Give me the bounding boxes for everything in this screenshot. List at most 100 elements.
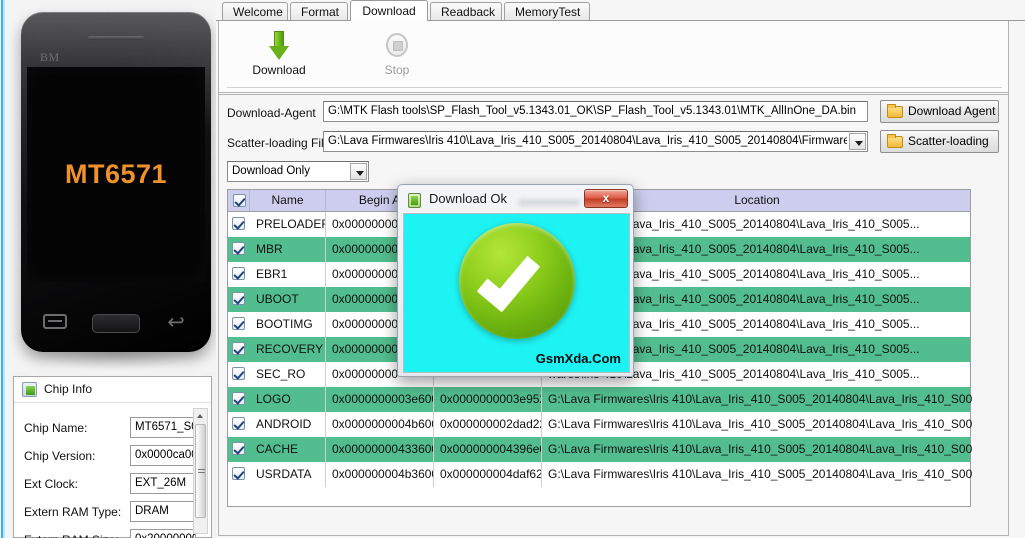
phone-chip-label: MT6571 bbox=[64, 159, 168, 189]
chip-name-value[interactable]: MT6571_S00 bbox=[130, 417, 196, 438]
download-arrow-icon bbox=[269, 31, 289, 61]
download-agent-browse-button[interactable]: Download Agent bbox=[880, 100, 999, 123]
stop-icon bbox=[386, 33, 408, 57]
phone-speaker-icon bbox=[88, 36, 144, 40]
dialog-watermark: GsmXda.Com bbox=[535, 351, 621, 366]
cell-name: USRDATA bbox=[250, 462, 326, 487]
download-button-label: Download bbox=[252, 63, 306, 77]
cell-name: SEC_RO bbox=[250, 362, 326, 387]
download-agent-label: Download-Agent bbox=[227, 106, 316, 120]
chip-name-label: Chip Name: bbox=[24, 421, 88, 435]
row-checkbox[interactable] bbox=[232, 442, 245, 455]
cell-name: ANDROID bbox=[250, 412, 326, 437]
row-checkbox-cell[interactable] bbox=[228, 337, 250, 362]
ext-clock-label: Ext Clock: bbox=[24, 477, 79, 491]
chevron-down-icon[interactable] bbox=[849, 133, 866, 150]
row-checkbox[interactable] bbox=[232, 317, 245, 330]
header-name[interactable]: Name bbox=[250, 190, 326, 211]
extern-ram-size-label: Extern RAM Size: bbox=[24, 533, 130, 538]
row-checkbox[interactable] bbox=[232, 267, 245, 280]
tab-format[interactable]: Format bbox=[290, 2, 348, 21]
phone-softkeys: ↩ bbox=[21, 310, 211, 338]
row-checkbox-cell[interactable] bbox=[228, 237, 250, 262]
row-checkbox-cell[interactable] bbox=[228, 287, 250, 312]
row-checkbox[interactable] bbox=[232, 417, 245, 430]
cell-end: 0x0000000003e95263 bbox=[434, 387, 542, 412]
select-all-checkbox[interactable] bbox=[233, 194, 246, 207]
download-mode-value: Download Only bbox=[232, 165, 310, 177]
cell-location: G:\Lava Firmwares\Iris 410\Lava_Iris_410… bbox=[548, 442, 972, 456]
chip-info-header: Chip Info bbox=[14, 377, 211, 403]
scatter-loading-input[interactable]: G:\Lava Firmwares\Iris 410\Lava_Iris_410… bbox=[323, 131, 868, 152]
cell-name: PRELOADER bbox=[250, 212, 326, 237]
table-row[interactable]: ANDROID0x0000000004b600000x000000002dad2… bbox=[228, 412, 972, 437]
chip-version-value[interactable]: 0x0000ca00 bbox=[130, 445, 196, 466]
tab-memorytest[interactable]: MemoryTest bbox=[504, 2, 590, 21]
table-row[interactable]: USRDATA0x000000004b3600000x000000004daf6… bbox=[228, 462, 972, 487]
cell-name: UBOOT bbox=[250, 287, 326, 312]
row-checkbox[interactable] bbox=[232, 467, 245, 480]
cell-name: BOOTIMG bbox=[250, 312, 326, 337]
table-row[interactable]: LOGO0x0000000003e600000x0000000003e95263… bbox=[228, 387, 972, 412]
phone-mockup: BM MT6571 ↩ bbox=[21, 12, 211, 352]
phone-illustration-area: BM MT6571 ↩ bbox=[9, 0, 216, 372]
scatter-loading-label: Scatter-loading File bbox=[227, 136, 331, 150]
tab-download[interactable]: Download bbox=[350, 0, 428, 21]
phone-reflection bbox=[35, 352, 197, 370]
toolbar-panel: Download Stop bbox=[218, 21, 1009, 93]
scroll-up-arrow-icon[interactable] bbox=[194, 409, 207, 422]
row-checkbox[interactable] bbox=[232, 217, 245, 230]
ext-clock-value[interactable]: EXT_26M bbox=[130, 473, 196, 494]
row-checkbox-cell[interactable] bbox=[228, 212, 250, 237]
download-mode-select[interactable]: Download Only bbox=[227, 161, 369, 182]
window-edge-accent bbox=[0, 0, 9, 538]
dialog-title: Download Ok bbox=[429, 191, 508, 206]
row-checkbox[interactable] bbox=[232, 242, 245, 255]
select-all-header[interactable] bbox=[228, 190, 250, 211]
chevron-down-icon[interactable] bbox=[350, 163, 367, 180]
cell-name: LOGO bbox=[250, 387, 326, 412]
tab-readback[interactable]: Readback bbox=[430, 2, 502, 21]
chip-info-scrollbar[interactable] bbox=[193, 408, 208, 534]
row-checkbox[interactable] bbox=[232, 342, 245, 355]
row-checkbox-cell[interactable] bbox=[228, 437, 250, 462]
extern-ram-size-value[interactable]: 0x20000000 bbox=[130, 529, 196, 538]
phone-brand-label: BM bbox=[40, 50, 60, 64]
folder-icon bbox=[887, 104, 903, 118]
row-checkbox-cell[interactable] bbox=[228, 362, 250, 387]
table-row[interactable]: CACHE0x00000000433600000x000000004396e09… bbox=[228, 437, 972, 462]
scrollbar-thumb[interactable] bbox=[195, 424, 206, 518]
folder-icon bbox=[887, 134, 903, 148]
dialog-app-icon bbox=[408, 193, 421, 208]
row-checkbox-cell[interactable] bbox=[228, 262, 250, 287]
cell-begin: 0x000000004b360000 bbox=[326, 462, 434, 487]
cell-name: CACHE bbox=[250, 437, 326, 462]
row-checkbox-cell[interactable] bbox=[228, 387, 250, 412]
row-checkbox[interactable] bbox=[232, 292, 245, 305]
chip-icon bbox=[22, 382, 37, 397]
cell-name: MBR bbox=[250, 237, 326, 262]
cell-end: 0x000000004daf627f bbox=[434, 462, 542, 487]
tab-welcome[interactable]: Welcome bbox=[222, 2, 288, 21]
cell-location: G:\Lava Firmwares\Iris 410\Lava_Iris_410… bbox=[548, 417, 972, 431]
dialog-close-button[interactable]: x bbox=[584, 189, 628, 208]
scatter-loading-browse-button[interactable]: Scatter-loading bbox=[880, 130, 999, 153]
cell-location: G:\Lava Firmwares\Iris 410\Lava_Iris_410… bbox=[548, 467, 972, 481]
extern-ram-type-value[interactable]: DRAM bbox=[130, 501, 196, 522]
download-agent-input[interactable]: G:\MTK Flash tools\SP_Flash_Tool_v5.1343… bbox=[323, 101, 868, 122]
row-checkbox[interactable] bbox=[232, 367, 245, 380]
cell-end: 0x000000002dad2247 bbox=[434, 412, 542, 437]
row-checkbox-cell[interactable] bbox=[228, 412, 250, 437]
cell-name: EBR1 bbox=[250, 262, 326, 287]
cell-name: RECOVERY bbox=[250, 337, 326, 362]
cell-location: G:\Lava Firmwares\Iris 410\Lava_Iris_410… bbox=[548, 392, 972, 406]
scatter-loading-browse-label: Scatter-loading bbox=[908, 134, 989, 148]
sp-flash-tool-window: BM MT6571 ↩ Chip Info Chip Name: MT6571_… bbox=[0, 0, 1025, 538]
scrollbar-grip-icon bbox=[198, 469, 205, 475]
row-checkbox[interactable] bbox=[232, 392, 245, 405]
menu-key-icon bbox=[43, 314, 67, 329]
chip-version-label: Chip Version: bbox=[24, 449, 96, 463]
row-checkbox-cell[interactable] bbox=[228, 462, 250, 487]
row-checkbox-cell[interactable] bbox=[228, 312, 250, 337]
dialog-title-blurred-text bbox=[518, 199, 580, 206]
